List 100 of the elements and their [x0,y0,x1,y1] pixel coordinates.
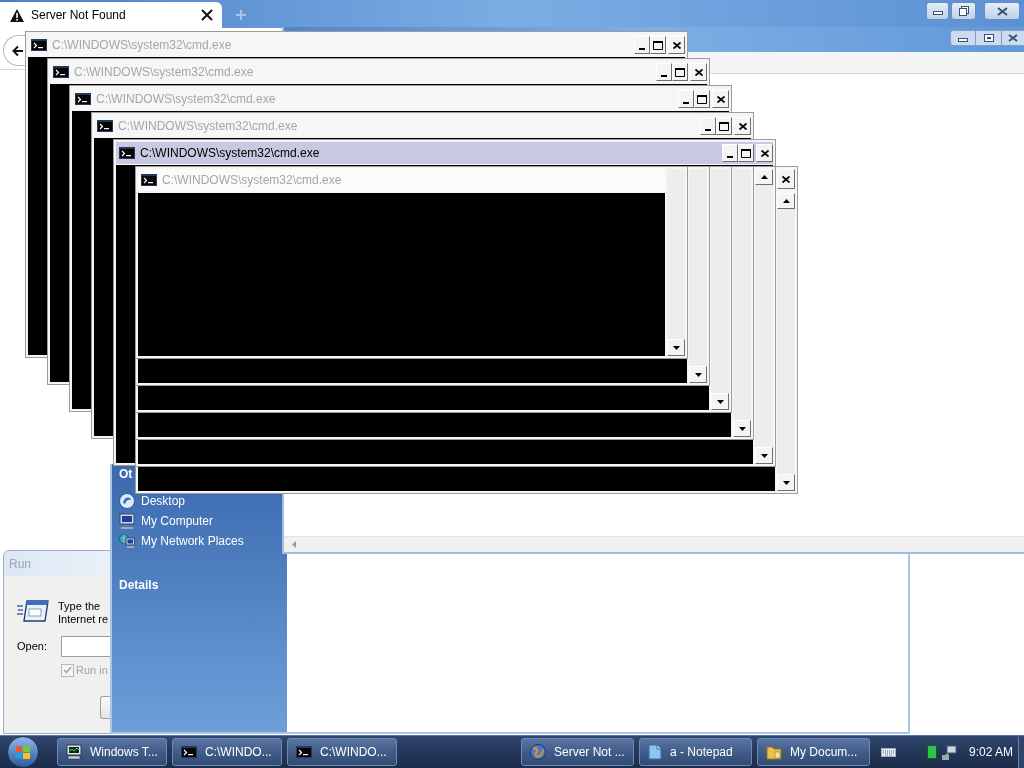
restore-button[interactable] [976,30,1002,46]
network-icon[interactable] [942,744,957,760]
scroll-up-button[interactable] [755,169,773,185]
browser-tab[interactable]: Server Not Found [0,2,222,28]
down-triangle-icon [672,345,680,350]
checkbox-label: Run in [76,663,108,678]
scroll-down-button[interactable] [667,339,685,356]
terminal-icon [75,93,91,105]
maximize-button[interactable] [672,63,688,81]
close-icon[interactable] [201,9,213,21]
minimize-icon [705,129,711,131]
taskbar-button[interactable]: C:\WINDO... [287,738,397,766]
window-title: C:\WINDOWS\system32\cmd.exe [162,173,342,187]
dialog-title: Run [9,555,31,573]
vertical-scrollbar[interactable] [689,169,707,383]
window-title: C:\WINDOWS\system32\cmd.exe [74,65,254,79]
vertical-scrollbar[interactable] [755,169,773,464]
window-title: C:\WINDOWS\system32\cmd.exe [52,38,232,52]
vertical-scrollbar[interactable] [667,169,685,356]
taskbar-button[interactable]: a - Notepad [639,738,752,766]
minimize-icon [727,156,733,158]
window-title: C:\WINDOWS\system32\cmd.exe [140,146,320,160]
maximize-icon [675,67,685,77]
close-button[interactable] [984,2,1020,20]
scroll-left-icon [292,541,296,548]
down-triangle-icon [760,453,768,458]
close-icon [672,41,681,49]
down-triangle-icon [694,372,702,377]
window-title: C:\WINDOWS\system32\cmd.exe [96,92,276,106]
check-icon [63,666,72,675]
section-heading: Ot [119,467,133,481]
clock[interactable]: 9:02 AM [969,743,1014,761]
close-icon [760,149,769,157]
instruction-text: Type the Internet re [58,600,109,626]
scroll-down-button[interactable] [755,447,773,464]
maximize-icon [719,121,729,131]
close-icon [738,122,747,130]
scroll-down-button[interactable] [777,474,795,491]
back-button[interactable] [3,35,25,66]
close-icon [1008,34,1018,42]
vertical-scrollbar[interactable] [733,169,751,437]
up-triangle-icon [760,175,768,179]
scroll-down-button[interactable] [711,393,729,410]
taskbar-button[interactable]: Server Not ... [521,738,634,766]
maximize-icon [741,148,751,158]
restore-button[interactable] [951,2,976,20]
open-input-field[interactable] [61,636,110,657]
maximize-button[interactable] [650,36,666,54]
terminal-icon [97,120,113,132]
maximize-icon [653,40,663,50]
close-icon [716,95,725,103]
restore-icon [983,34,994,42]
terminal-icon [53,66,69,78]
show-desktop-button[interactable] [1018,736,1024,768]
program-window-icon [17,600,49,622]
up-triangle-icon [782,199,790,203]
minimize-button[interactable] [926,2,949,20]
terminal-icon [119,147,135,159]
minimize-icon [639,48,645,50]
taskbar-button[interactable]: My Docum... [757,738,870,766]
scroll-up-button[interactable] [777,193,795,209]
status-square-icon[interactable] [927,745,937,759]
taskbar-button[interactable]: Windows T... [57,738,167,766]
taskbar-button[interactable]: C:\WINDO... [172,738,282,766]
place-link[interactable]: Desktop [141,494,186,508]
field-label: Open: [17,639,48,655]
close-icon [782,175,790,183]
warning-icon [10,8,24,22]
desktop-icon [119,493,135,509]
minimize-button[interactable] [950,30,976,46]
maximize-button[interactable] [738,144,754,162]
maximize-button[interactable] [716,117,732,135]
horizontal-scrollbar[interactable] [284,536,1024,552]
keyboard-icon[interactable] [881,747,896,757]
down-triangle-icon [738,426,746,431]
terminal-icon [31,39,47,51]
minimize-icon [958,38,968,42]
close-icon [996,6,1008,16]
minimize-icon [932,11,943,15]
place-link[interactable]: My Computer [141,514,214,528]
down-triangle-icon [716,399,724,404]
close-button[interactable] [1002,30,1024,46]
start-button[interactable] [7,736,39,768]
place-link[interactable]: My Network Places [141,534,244,548]
minimize-icon [683,102,689,104]
vertical-scrollbar[interactable] [711,169,729,410]
down-triangle-icon [782,480,790,485]
document-icon [648,744,662,760]
window-title: C:\WINDOWS\system32\cmd.exe [118,119,298,133]
scroll-down-button[interactable] [689,366,707,383]
four-pane-flag-icon [16,745,30,759]
terminal-icon [181,746,197,758]
close-icon [694,68,703,76]
maximize-button[interactable] [694,90,710,108]
network-computer-icon [119,533,135,549]
monitor-icon [66,744,82,760]
folder-icon [766,744,782,760]
terminal-icon [141,174,157,186]
scroll-down-button[interactable] [733,420,751,437]
vertical-scrollbar[interactable] [777,193,795,491]
